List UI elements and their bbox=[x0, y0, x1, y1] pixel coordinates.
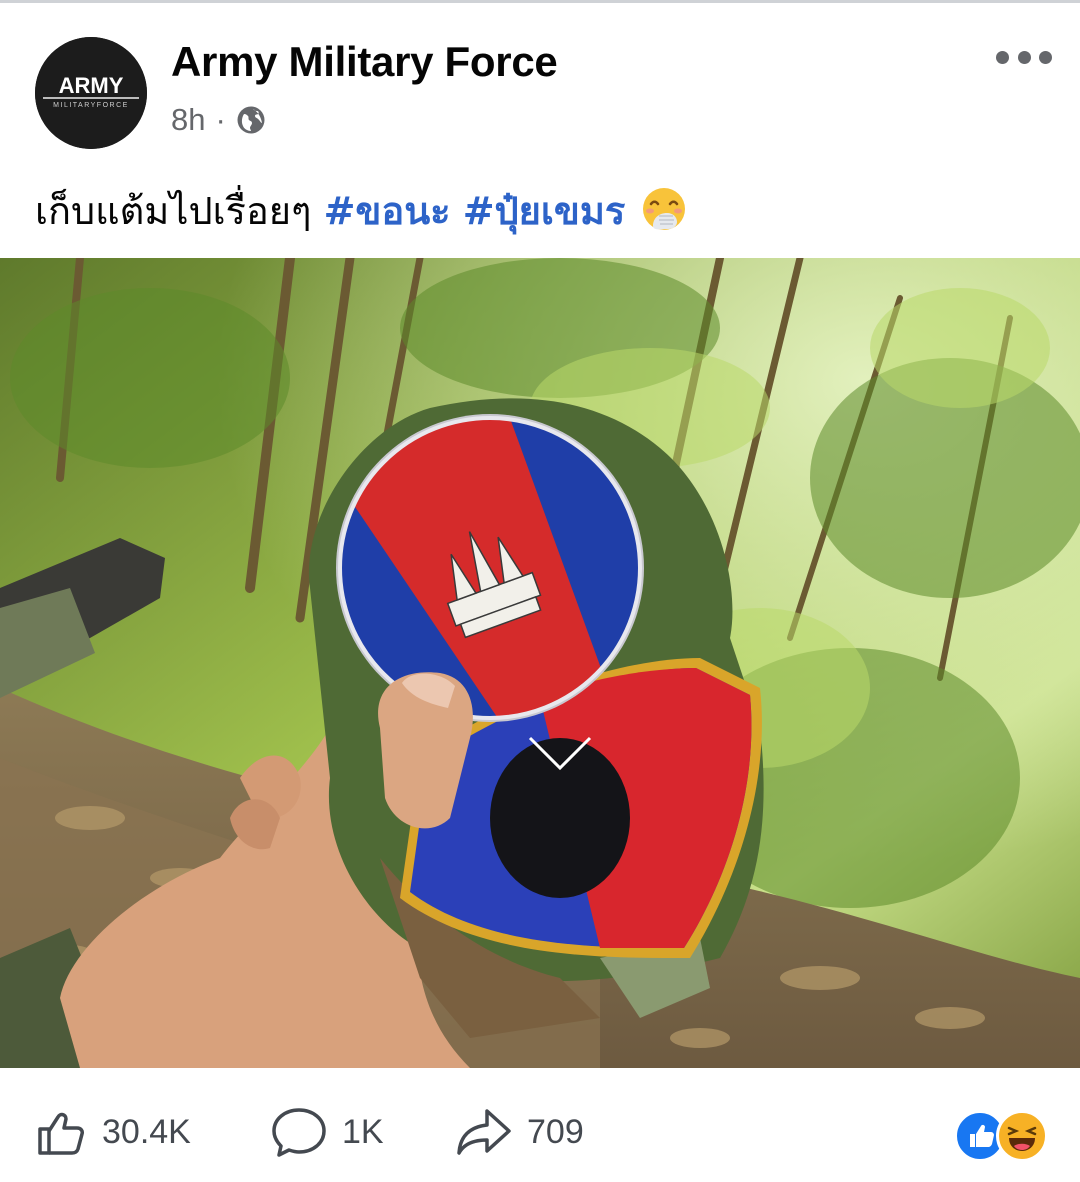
comment-bubble-icon bbox=[272, 1108, 326, 1157]
page-name[interactable]: Army Military Force bbox=[171, 38, 558, 86]
like-button[interactable]: 30.4K bbox=[34, 1100, 191, 1164]
hashtag-1[interactable]: #ขอนะ bbox=[324, 189, 451, 233]
avatar-logo-subtext: MILITARYFORCE bbox=[53, 102, 129, 109]
comment-count: 1K bbox=[342, 1112, 384, 1151]
page-avatar[interactable]: ARMY MILITARYFORCE bbox=[35, 37, 147, 149]
post-time[interactable]: 8h bbox=[171, 102, 205, 138]
post-actions-bar: 30.4K 1K 709 bbox=[0, 1090, 1080, 1174]
comment-button[interactable]: 1K bbox=[270, 1100, 384, 1164]
thumbs-up-icon bbox=[38, 1112, 84, 1155]
post-meta: 8h · bbox=[171, 100, 266, 140]
share-count: 709 bbox=[527, 1112, 584, 1151]
more-options-icon[interactable] bbox=[996, 46, 1052, 68]
post-caption: เก็บแต้มไปเรื่อยๆ #ขอนะ #ปุ๋ยเขมร bbox=[35, 183, 1045, 239]
hashtag-2[interactable]: #ปุ๋ยเขมร bbox=[463, 189, 626, 233]
caption-text: เก็บแต้มไปเรื่อยๆ bbox=[35, 189, 312, 233]
top-divider bbox=[0, 0, 1080, 3]
reaction-icons[interactable] bbox=[954, 1110, 1054, 1162]
avatar-logo-text: ARMY bbox=[59, 73, 124, 98]
share-button[interactable]: 709 bbox=[455, 1100, 584, 1164]
face-with-hand-over-mouth-emoji bbox=[643, 188, 686, 230]
globe-icon bbox=[237, 106, 265, 134]
haha-reaction-icon bbox=[996, 1110, 1048, 1162]
post-photo[interactable] bbox=[0, 258, 1080, 1068]
share-arrow-icon bbox=[457, 1109, 511, 1155]
meta-separator: · bbox=[215, 102, 226, 137]
like-count: 30.4K bbox=[102, 1112, 191, 1151]
